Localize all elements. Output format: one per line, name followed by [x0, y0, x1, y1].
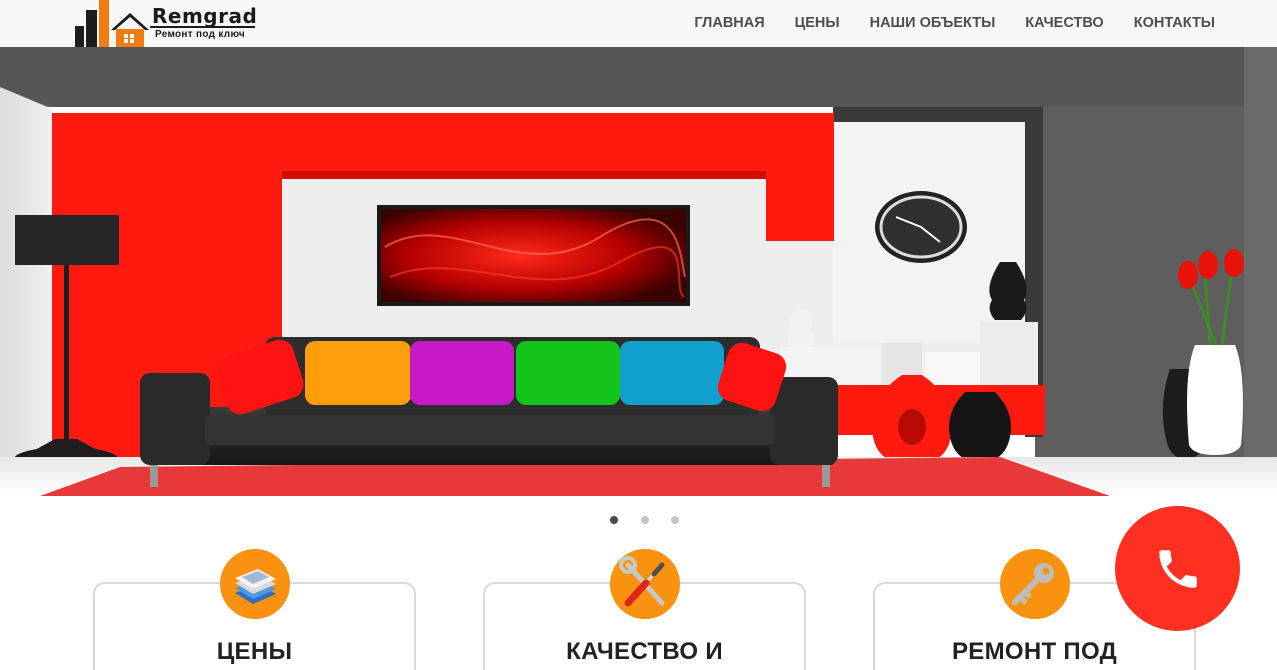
slider-dot-3[interactable]	[671, 516, 679, 524]
slider-dots	[0, 516, 1277, 526]
feature-title-quality: КАЧЕСТВО И	[566, 638, 723, 665]
feature-title-prices: ЦЕНЫ	[216, 638, 293, 665]
living-room-interior-photo	[0, 47, 1277, 496]
money-stack-icon	[220, 549, 290, 619]
call-button[interactable]	[1115, 506, 1240, 631]
phone-icon	[1159, 550, 1197, 588]
slider-dot-1[interactable]	[610, 516, 618, 524]
hero-slider[interactable]	[0, 47, 1277, 496]
key-icon	[1000, 549, 1070, 619]
nav-item-contacts[interactable]: КОНТАКТЫ	[1134, 15, 1215, 31]
feature-title-renovation: РЕМОНТ ПОД	[951, 638, 1118, 665]
nav-item-home[interactable]: ГЛАВНАЯ	[694, 15, 764, 31]
nav-item-quality[interactable]: КАЧЕСТВО	[1025, 15, 1103, 31]
brand-name: Remgrad	[152, 4, 258, 28]
buildings-house-logo-icon	[75, 0, 149, 47]
nav-item-projects[interactable]: НАШИ ОБЪЕКТЫ	[870, 15, 996, 31]
brand-underline	[150, 26, 255, 28]
slider-dot-2[interactable]	[641, 516, 649, 524]
site-header: Remgrad Ремонт под ключ ГЛАВНАЯ ЦЕНЫ НАШ…	[0, 0, 1277, 47]
brand-tagline: Ремонт под ключ	[155, 29, 246, 40]
main-nav: ГЛАВНАЯ ЦЕНЫ НАШИ ОБЪЕКТЫ КАЧЕСТВО КОНТА…	[664, 0, 1215, 45]
tools-icon	[610, 549, 680, 619]
logo[interactable]: Remgrad Ремонт под ключ	[73, 0, 263, 47]
nav-item-prices[interactable]: ЦЕНЫ	[795, 15, 840, 31]
